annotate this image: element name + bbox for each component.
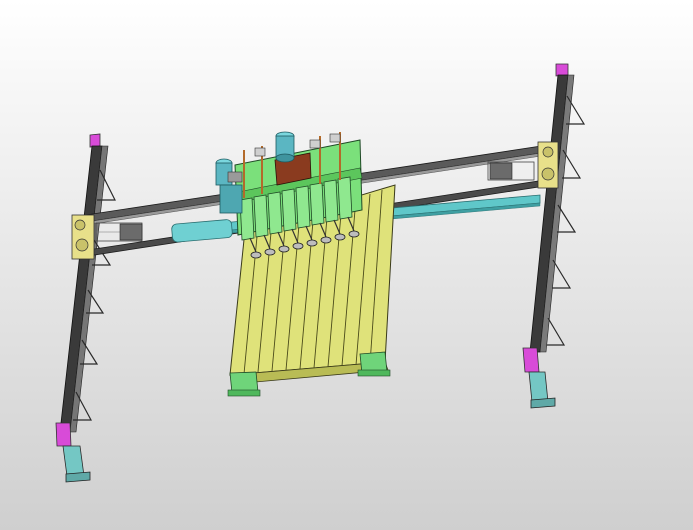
left-post: [55, 133, 116, 483]
cad-viewport[interactable]: [0, 0, 693, 530]
carriage-motor: [275, 131, 295, 163]
gantry-model: [55, 63, 586, 483]
right-post: [522, 63, 586, 409]
